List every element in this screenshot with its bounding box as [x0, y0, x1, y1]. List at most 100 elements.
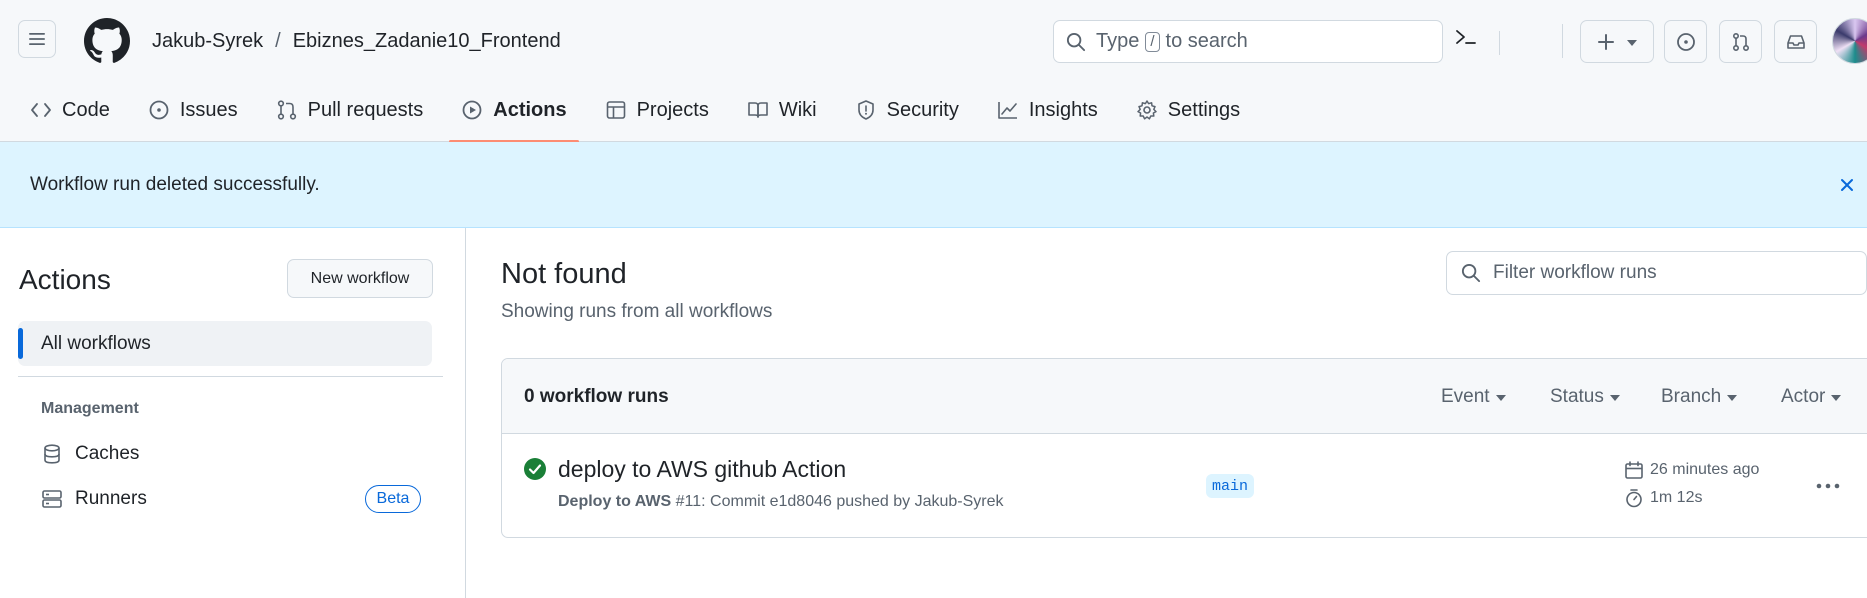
tab-wiki[interactable]: Wiki [735, 88, 829, 132]
command-palette-button[interactable] [1454, 26, 1478, 48]
sidebar-item-all-workflows[interactable]: All workflows [18, 321, 432, 366]
close-icon [1841, 179, 1853, 191]
run-workflow-name: Deploy to AWS [558, 493, 672, 510]
workflow-runs-list: 0 workflow runs Event Status Branch Acto… [501, 358, 1867, 538]
run-options-button[interactable] [1812, 470, 1844, 502]
breadcrumb-separator: / [275, 30, 281, 52]
avatar[interactable] [1832, 18, 1867, 64]
repo-owner-link[interactable]: Jakub-Syrek [152, 30, 263, 53]
workflow-run-row: deploy to AWS github Action Deploy to AW… [502, 434, 1867, 537]
tab-code[interactable]: Code [18, 88, 122, 132]
check-circle-icon [524, 458, 546, 480]
code-icon [31, 103, 51, 117]
issue-icon [1676, 32, 1695, 51]
issue-icon [149, 100, 169, 120]
search-input[interactable]: Type / to search [1053, 20, 1500, 63]
management-heading: Management [41, 400, 139, 417]
tab-label: Wiki [778, 98, 817, 121]
table-icon [606, 101, 625, 119]
branch-filter-dropdown[interactable]: Branch [1661, 386, 1738, 408]
tab-label: Pull requests [307, 98, 424, 121]
run-meta: Deploy to AWS #11: Commit e1d8046 pushed… [558, 493, 1004, 511]
book-icon [748, 102, 768, 118]
page-subtitle: Showing runs from all workflows [501, 301, 773, 322]
sidebar-divider [18, 376, 443, 377]
filter-runs-input[interactable]: Filter workflow runs [1446, 251, 1867, 295]
tab-label: Settings [1167, 98, 1241, 121]
branch-badge[interactable]: main [1206, 474, 1255, 498]
chevron-down-icon [1627, 39, 1637, 46]
search-placeholder-suffix: to search [1165, 30, 1248, 52]
tab-pull-requests[interactable]: Pull requests [264, 88, 436, 132]
run-duration: 1m 12s [1624, 488, 1702, 508]
hamburger-icon [29, 33, 45, 45]
search-divider [1499, 31, 1500, 55]
run-detail: #11: Commit e1d8046 pushed by Jakub-Syre… [675, 493, 1004, 510]
search-icon [1461, 263, 1481, 283]
tab-label: Actions [493, 98, 567, 121]
chevron-down-icon [1727, 395, 1738, 401]
event-filter-dropdown[interactable]: Event [1441, 386, 1506, 408]
run-time-ago: 26 minutes ago [1650, 461, 1760, 478]
search-icon [1066, 32, 1086, 51]
pull-request-icon [277, 100, 296, 120]
sidebar-item-label: All workflows [41, 332, 151, 354]
new-workflow-button[interactable]: New workflow [287, 259, 433, 298]
app-header: Jakub-Syrek / Ebiznes_Zadanie10_Frontend… [0, 0, 1867, 143]
chevron-down-icon [1609, 395, 1620, 401]
actor-filter-dropdown[interactable]: Actor [1781, 386, 1842, 408]
tab-insights[interactable]: Insights [985, 88, 1110, 132]
close-button[interactable] [1836, 174, 1858, 196]
chevron-down-icon [1495, 395, 1506, 401]
chevron-down-icon [1831, 395, 1842, 401]
sidebar-item-label: Runners [75, 488, 147, 509]
tab-actions[interactable]: Actions [449, 88, 579, 143]
gear-icon [1137, 100, 1157, 120]
repo-name-link[interactable]: Ebiznes_Zadanie10_Frontend [293, 30, 561, 53]
breadcrumb: Jakub-Syrek / Ebiznes_Zadanie10_Frontend [152, 30, 561, 53]
kebab-horizontal-icon [1816, 483, 1840, 489]
dropdown-label: Status [1550, 386, 1604, 407]
tab-issues[interactable]: Issues [136, 88, 250, 132]
menu-button[interactable] [18, 20, 56, 58]
pull-request-icon [1732, 32, 1749, 51]
issues-button[interactable] [1664, 20, 1707, 63]
runs-list-header: 0 workflow runs Event Status Branch Acto… [502, 359, 1867, 434]
calendar-icon [1625, 461, 1643, 479]
tab-label: Issues [179, 98, 238, 121]
inbox-button[interactable] [1774, 20, 1817, 63]
flash-message: Workflow run deleted successfully. [30, 173, 320, 195]
run-timestamp: 26 minutes ago [1624, 460, 1759, 480]
tab-label: Security [886, 98, 959, 121]
filter-placeholder: Filter workflow runs [1493, 262, 1657, 283]
tab-settings[interactable]: Settings [1124, 88, 1252, 132]
play-icon [462, 100, 482, 120]
search-placeholder-prefix: Type [1096, 30, 1140, 52]
tab-label: Projects [636, 98, 709, 121]
database-icon [44, 444, 60, 464]
github-logo-icon[interactable] [84, 18, 130, 64]
status-filter-dropdown[interactable]: Status [1550, 386, 1620, 408]
tab-projects[interactable]: Projects [593, 88, 721, 132]
sidebar-item-caches[interactable]: Caches [41, 443, 139, 465]
shield-icon [857, 100, 874, 120]
sidebar-item-runners[interactable]: Runners [41, 488, 147, 510]
runs-count: 0 workflow runs [524, 386, 669, 407]
dropdown-label: Event [1441, 386, 1490, 407]
sidebar-title: Actions [19, 264, 111, 295]
tab-security[interactable]: Security [843, 88, 971, 132]
create-new-button[interactable] [1580, 20, 1654, 63]
header-divider [1562, 24, 1563, 58]
stopwatch-icon [1626, 489, 1642, 508]
run-duration-value: 1m 12s [1650, 489, 1703, 506]
tab-label: Insights [1028, 98, 1098, 121]
beta-badge: Beta [365, 485, 421, 513]
flash-banner: Workflow run deleted successfully. [0, 142, 1867, 228]
tab-label: Code [62, 98, 110, 121]
server-icon [42, 490, 62, 508]
sidebar-item-label: Caches [75, 443, 140, 464]
inbox-icon [1786, 34, 1805, 49]
page-title: Not found [501, 258, 627, 290]
pull-requests-button[interactable] [1719, 20, 1762, 63]
run-title-link[interactable]: deploy to AWS github Action [558, 456, 846, 483]
